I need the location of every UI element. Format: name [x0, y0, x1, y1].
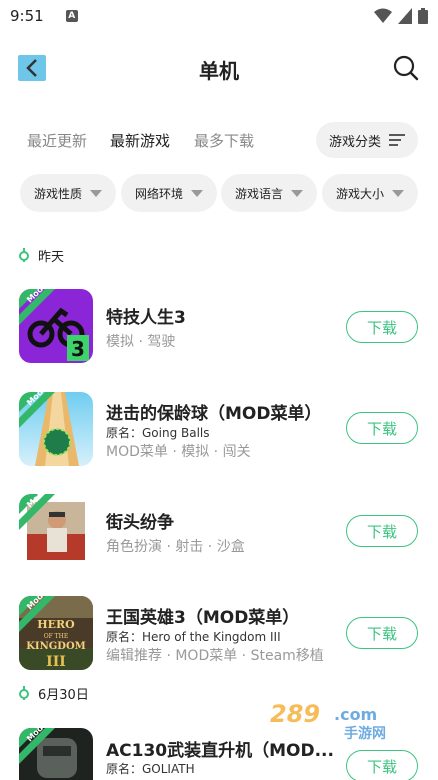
bike-number: 3 [71, 337, 85, 361]
app-icon: 3 Mod [19, 289, 93, 363]
date-header: 6月30日 [18, 682, 89, 704]
timeline-dot-icon [18, 686, 30, 700]
triangle-down-icon [90, 189, 102, 197]
svg-text:手游网: 手游网 [344, 725, 386, 740]
notification-icon: A [65, 10, 78, 22]
mod-badge: Mod [19, 289, 55, 325]
header: 单机 [0, 40, 438, 98]
triangle-down-icon [291, 189, 303, 197]
download-button[interactable]: 下载 [346, 750, 418, 780]
list-item[interactable]: 3 Mod 特技人生3 模拟 · 驾驶 下载 [0, 289, 438, 367]
filter-label: 游戏大小 [335, 186, 384, 201]
signal-icon [398, 8, 412, 24]
list-item[interactable]: Mod 街头纷争 角色扮演 · 射击 · 沙盒 下载 [0, 494, 438, 572]
download-button[interactable]: 下载 [346, 412, 418, 444]
filter-label: 游戏性质 [33, 186, 82, 201]
wifi-icon [374, 8, 392, 23]
app-icon: Mod [19, 494, 93, 568]
filter-size[interactable]: 游戏大小 [322, 174, 418, 212]
tab-recent-update[interactable]: 最近更新 [27, 130, 87, 151]
app-icon: Mod [19, 728, 93, 780]
app-tags: MOD菜单 · 模拟 · 闯关 [106, 444, 251, 460]
tab-most-downloads[interactable]: 最多下载 [194, 130, 254, 151]
app-original-name: 原名：GOLIATH [106, 762, 195, 776]
app-original-name: 原名：Going Balls [106, 426, 210, 440]
timeline-dot-icon [18, 248, 30, 262]
date-label: 6月30日 [38, 687, 89, 703]
mod-badge: Mod [19, 596, 55, 632]
status-time: 9:51 [10, 7, 44, 25]
filter-label: 游戏语言 [234, 186, 283, 201]
triangle-down-icon [392, 189, 404, 197]
filter-game-nature[interactable]: 游戏性质 [20, 174, 116, 212]
game-category-label: 游戏分类 [328, 134, 381, 150]
game-category-button[interactable]: 游戏分类 [316, 122, 418, 158]
app-icon: Mod [19, 392, 93, 466]
filter-bar: 游戏性质 网络环境 游戏语言 游戏大小 [20, 174, 420, 214]
app-title: 王国英雄3（MOD菜单） [106, 608, 300, 628]
list-item[interactable]: Mod 进击的保龄球（MOD菜单） 原名：Going Balls MOD菜单 ·… [0, 392, 438, 470]
download-button[interactable]: 下载 [346, 617, 418, 649]
triangle-down-icon [191, 189, 203, 197]
battery-icon [418, 8, 428, 24]
download-button[interactable]: 下载 [346, 515, 418, 547]
download-button[interactable]: 下载 [346, 311, 418, 343]
mod-badge: Mod [19, 392, 55, 428]
mod-badge: Mod [19, 728, 55, 764]
svg-text:.com: .com [334, 705, 377, 724]
tab-newest-games[interactable]: 最新游戏 [110, 130, 171, 151]
app-tags: 模拟 · 驾驶 [106, 334, 176, 350]
date-label: 昨天 [38, 249, 65, 265]
page-title: 单机 [199, 59, 239, 83]
status-icons [374, 8, 428, 24]
mod-badge: Mod [19, 494, 55, 530]
filter-label: 网络环境 [134, 186, 183, 201]
search-icon[interactable] [392, 54, 420, 82]
app-tags: 角色扮演 · 射击 · 沙盒 [106, 539, 245, 555]
watermark-logo: 289 .com 手游网 [270, 700, 386, 740]
svg-text:289: 289 [270, 700, 320, 728]
app-tags: 编辑推荐 · MOD菜单 · Steam移植 [106, 648, 324, 664]
svg-text:III: III [46, 654, 66, 670]
app-title: 特技人生3 [106, 308, 186, 328]
app-title: 街头纷争 [106, 513, 174, 533]
list-item[interactable]: HERO OF THE KINGDOM III Mod 王国英雄3（MOD菜单）… [0, 596, 438, 674]
tab-bar: 最近更新 最新游戏 最多下载 游戏分类 [0, 122, 438, 160]
filter-network[interactable]: 网络环境 [121, 174, 217, 212]
status-bar: 9:51 A [0, 0, 438, 32]
filter-lines-icon [389, 134, 405, 146]
filter-language[interactable]: 游戏语言 [221, 174, 317, 212]
app-icon: HERO OF THE KINGDOM III Mod [19, 596, 93, 670]
date-header: 昨天 [18, 244, 64, 266]
svg-text:KINGDOM: KINGDOM [26, 641, 86, 652]
app-original-name: 原名：Hero of the Kingdom III [106, 630, 281, 644]
app-title: 进击的保龄球（MOD菜单） [106, 404, 322, 424]
